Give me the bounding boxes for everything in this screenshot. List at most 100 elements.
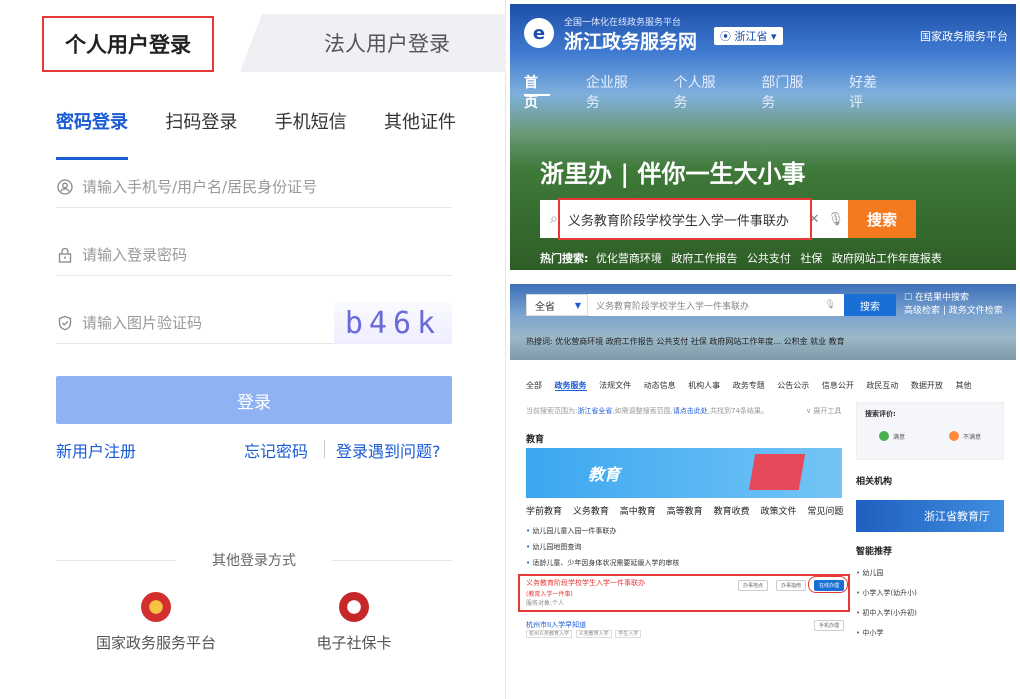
scope-select[interactable]: 全省 ▼ [526, 294, 588, 316]
nav-rating[interactable]: 好差评 [849, 72, 888, 111]
login-panel: 法人用户登录 个人用户登录 密码登录 扫码登录 手机短信 其他证件 请输入手机号… [0, 0, 506, 699]
tab-personal-login[interactable]: 个人用户登录 [42, 16, 214, 72]
nav-home[interactable]: 首页 [524, 72, 550, 111]
hot-search-item[interactable]: 政府网站工作年度报表 [832, 252, 942, 265]
tag[interactable]: 学生入学 [615, 630, 642, 638]
results-search-button[interactable]: 搜索 [844, 294, 896, 316]
tab-regulations[interactable]: 法规文件 [599, 381, 631, 390]
info-count: ,共找到74条结果。 [707, 407, 768, 415]
list-item[interactable]: 幼儿园地图查询 [526, 542, 581, 552]
password-placeholder: 请输入登录密码 [82, 246, 188, 264]
results-category-tabs: 全部 政务服务 法规文件 动态信息 机构人事 政务专题 公告公示 信息公开 政民… [526, 380, 981, 391]
username-field[interactable]: 请输入手机号/用户名/居民身份证号 [56, 166, 452, 208]
portal-search-button[interactable]: 搜索 [848, 200, 916, 238]
tab-gov-service[interactable]: 政务服务 [554, 381, 587, 391]
captcha-field[interactable]: 请输入图片验证码 b46k [56, 302, 452, 344]
hot-search-item[interactable]: 优化营商环境 [596, 252, 662, 265]
tab-disclosure[interactable]: 信息公开 [822, 381, 854, 390]
results-search-input[interactable]: 义务教育阶段学校学生入学一件事联办 🎙 [588, 294, 844, 316]
category-fees[interactable]: 教育收费 [714, 507, 750, 517]
province-selector[interactable]: ⦿ 浙江省 ▾ [714, 27, 783, 45]
tag[interactable]: 义务教育入学 [575, 630, 612, 638]
results-hot-words: 热搜词: 优化营商环境 政府工作报告 公共支付 社保 政府网站工作年度... 公… [526, 337, 845, 346]
education-categories: 学前教育 义务教育 高中教育 高等教育 教育收费 政策文件 常见问题 [526, 504, 851, 517]
tab-topics[interactable]: 政务专题 [733, 381, 765, 390]
national-emblem-icon [141, 592, 171, 622]
recommend-item[interactable]: 中小学 [856, 628, 883, 638]
category-higher[interactable]: 高等教育 [667, 507, 703, 517]
other-login-methods-heading: 其他登录方式 [56, 550, 452, 570]
nav-department[interactable]: 部门服务 [761, 72, 813, 111]
caret-down-icon: ▼ [574, 300, 581, 310]
location-icon: ⦿ [720, 30, 735, 43]
tab-other-id-login[interactable]: 其他证件 [384, 108, 456, 148]
rating-satisfied-button[interactable]: 满意 [879, 431, 905, 441]
guide-button[interactable]: 办事指南 [776, 580, 807, 591]
register-link[interactable]: 新用户注册 [56, 438, 136, 462]
tab-qr-login[interactable]: 扫码登录 [165, 108, 237, 148]
portal-nav: 首页 企业服务 个人服务 部门服务 好差评 [524, 72, 924, 111]
recommend-item[interactable]: 小学入学(幼升小) [856, 588, 916, 598]
search-highlight-box [558, 198, 812, 240]
info-text: 当前搜索范围为: [526, 407, 578, 415]
tab-all[interactable]: 全部 [526, 381, 542, 390]
tab-other[interactable]: 其他 [955, 381, 971, 390]
location-button[interactable]: 办事地点 [738, 580, 769, 591]
change-scope-link[interactable]: 请点击此处 [673, 407, 708, 415]
tag[interactable]: 杭州义务教育入学 [526, 630, 573, 638]
org-card[interactable]: 浙江省教育厅 [856, 500, 1004, 532]
microphone-icon[interactable]: 🎙 [827, 212, 844, 227]
hot-search-item[interactable]: 公共支付 [747, 252, 791, 265]
category-faq[interactable]: 常见问题 [807, 507, 843, 517]
tab-corporate-login[interactable]: 法人用户登录 [240, 14, 506, 72]
caret-down-icon: ▾ [767, 29, 777, 43]
info-text: ,如需调整搜索范围, [612, 407, 673, 415]
hot-search-item[interactable]: 社保 [800, 252, 822, 265]
social-card-login[interactable]: 电子社保卡 [274, 592, 434, 662]
category-compulsory[interactable]: 义务教育 [573, 507, 609, 517]
recommend-item[interactable]: 初中入学(小升初) [856, 608, 916, 618]
hot-search-item[interactable]: 政府工作报告 [671, 252, 737, 265]
captcha-image[interactable]: b46k [334, 302, 452, 344]
tab-personnel[interactable]: 机构人事 [688, 381, 720, 390]
portal-search-bar[interactable]: ⌕ 义务教育阶段学校学生入学一件事联办 ✕ 🎙 [540, 198, 850, 240]
education-banner[interactable]: 教育 [526, 448, 842, 498]
tab-password-login[interactable]: 密码登录 [56, 108, 128, 160]
password-field[interactable]: 请输入登录密码 [56, 234, 452, 276]
category-highschool[interactable]: 高中教育 [620, 507, 656, 517]
recommend-item[interactable]: 幼儿园 [856, 568, 883, 578]
result-title[interactable]: 杭州市ⅠⅠ入学早知道 [526, 620, 586, 630]
login-method-tabs: 密码登录 扫码登录 手机短信 其他证件 [56, 108, 456, 160]
nav-enterprise[interactable]: 企业服务 [586, 72, 638, 111]
tab-notices[interactable]: 公告公示 [777, 381, 809, 390]
search-in-results-checkbox[interactable]: ☐ 在结果中搜索 [904, 292, 1003, 305]
national-platform-link[interactable]: 国家政务服务平台 [920, 28, 1008, 44]
tab-sms-login[interactable]: 手机短信 [275, 108, 347, 148]
smile-icon [879, 431, 889, 441]
forgot-password-link[interactable]: 忘记密码 [244, 438, 308, 462]
hot-searches: 热门搜索: 优化营商环境 政府工作报告 公共支付 社保 政府网站工作年度报表 [540, 250, 948, 266]
microphone-icon[interactable]: 🎙 [825, 300, 836, 310]
list-item[interactable]: 幼儿园儿童入园一件事联办 [526, 526, 616, 536]
login-problem-link[interactable]: 登录遇到问题? [336, 438, 441, 462]
rating-unsatisfied-button[interactable]: 不满意 [949, 431, 981, 441]
login-button[interactable]: 登录 [56, 376, 452, 424]
category-policy[interactable]: 政策文件 [760, 507, 796, 517]
result-title[interactable]: 义务教育阶段学校学生入学一件事联办 [526, 578, 645, 588]
mobile-apply-button[interactable]: 手机办理 [814, 620, 845, 631]
banner-text: 教育 [588, 465, 621, 484]
scope-value: 全省 [535, 301, 555, 313]
advanced-search-link[interactable]: 高级检索 | 政务文件检索 [904, 305, 1003, 318]
tab-interaction[interactable]: 政民互动 [866, 381, 898, 390]
logo-title[interactable]: 浙江政务服务网 [564, 27, 697, 54]
tab-news[interactable]: 动态信息 [644, 381, 676, 390]
list-item[interactable]: 适龄儿童、少年因身体状况需要延缓入学的审核 [526, 558, 679, 568]
results-query: 义务教育阶段学校学生入学一件事联办 [596, 301, 750, 312]
portal-logo-icon[interactable]: e [524, 18, 554, 48]
national-platform-login[interactable]: 国家政务服务平台 [76, 592, 236, 662]
expand-tools-toggle[interactable]: ∨ 展开工具 [806, 406, 841, 416]
portal-homepage: e 全国一体化在线政务服务平台 浙江政务服务网 ⦿ 浙江省 ▾ 国家政务服务平台… [510, 4, 1016, 270]
category-preschool[interactable]: 学前教育 [526, 507, 562, 517]
nav-personal[interactable]: 个人服务 [674, 72, 726, 111]
tab-open-data[interactable]: 数据开放 [911, 381, 943, 390]
